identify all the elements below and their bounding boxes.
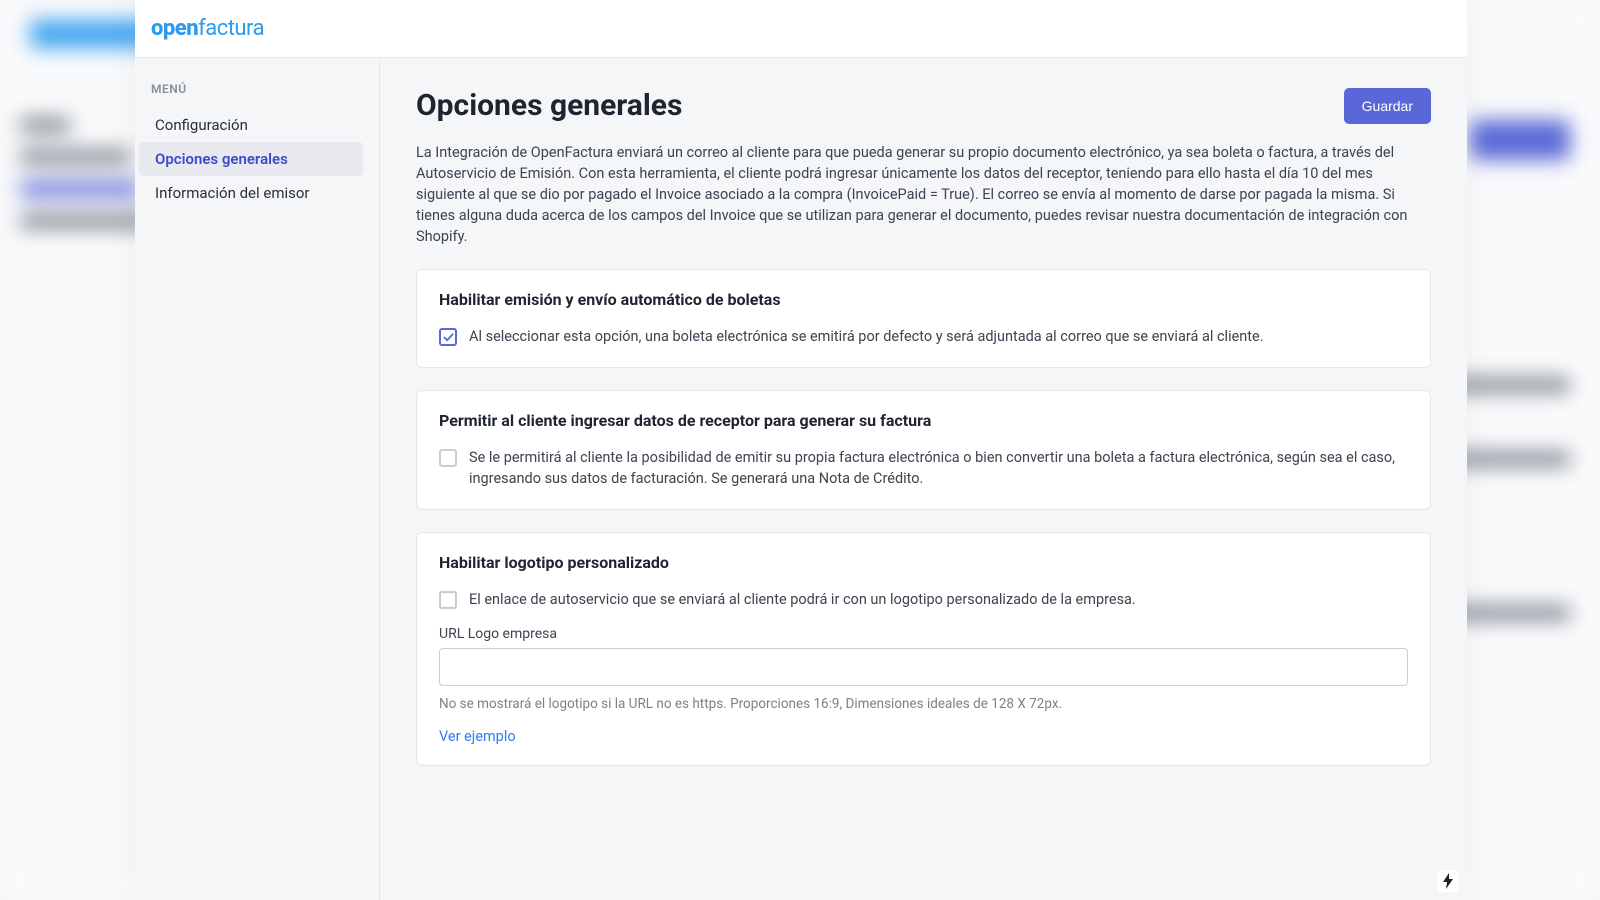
card-receptor: Permitir al cliente ingresar datos de re… <box>416 390 1431 510</box>
url-logo-label: URL Logo empresa <box>439 626 1408 642</box>
page-title: Opciones generales <box>416 88 682 123</box>
checkbox-auto-boletas[interactable] <box>439 328 457 346</box>
url-logo-input[interactable] <box>439 648 1408 686</box>
sidebar: MENÚ Configuración Opciones generales In… <box>135 58 380 900</box>
checkbox-logo[interactable] <box>439 591 457 609</box>
checkbox-label: Se le permitirá al cliente la posibilida… <box>469 448 1408 489</box>
ver-ejemplo-link[interactable]: Ver ejemplo <box>439 728 516 745</box>
card-logo: Habilitar logotipo personalizado El enla… <box>416 532 1431 766</box>
sidebar-item-label: Configuración <box>155 116 248 134</box>
card-title: Habilitar logotipo personalizado <box>439 553 1408 572</box>
brand-prefix: open <box>151 16 198 41</box>
brand-logo: openfactura <box>151 16 264 41</box>
sidebar-item-label: Información del emisor <box>155 184 310 202</box>
sidebar-item-label: Opciones generales <box>155 150 288 168</box>
checkbox-receptor[interactable] <box>439 449 457 467</box>
bolt-icon <box>1437 870 1459 892</box>
main-content: Opciones generales Guardar La Integració… <box>380 58 1467 900</box>
card-title: Permitir al cliente ingresar datos de re… <box>439 411 1408 430</box>
save-button[interactable]: Guardar <box>1344 88 1431 124</box>
card-auto-boletas: Habilitar emisión y envío automático de … <box>416 269 1431 368</box>
checkbox-label: El enlace de autoservicio que se enviará… <box>469 590 1136 610</box>
brand-suffix: factura <box>198 16 264 41</box>
card-title: Habilitar emisión y envío automático de … <box>439 290 1408 309</box>
app-modal: openfactura MENÚ Configuración Opciones … <box>135 0 1467 900</box>
top-bar: openfactura <box>135 0 1467 58</box>
page-header: Opciones generales Guardar <box>416 88 1431 124</box>
intro-text: La Integración de OpenFactura enviará un… <box>416 142 1431 247</box>
url-logo-helper: No se mostrará el logotipo si la URL no … <box>439 696 1408 712</box>
menu-label: MENÚ <box>135 82 367 108</box>
sidebar-item-configuracion[interactable]: Configuración <box>139 108 363 142</box>
sidebar-item-informacion-emisor[interactable]: Información del emisor <box>139 176 363 210</box>
sidebar-item-opciones-generales[interactable]: Opciones generales <box>139 142 363 176</box>
checkbox-label: Al seleccionar esta opción, una boleta e… <box>469 327 1264 347</box>
check-icon <box>443 332 454 343</box>
